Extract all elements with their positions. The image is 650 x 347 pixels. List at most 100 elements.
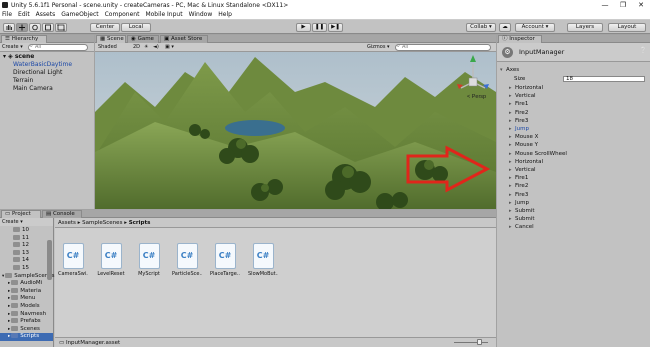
minimize-button[interactable]: — <box>596 0 614 10</box>
space-local-toggle[interactable]: Local <box>121 23 151 32</box>
axis-item[interactable]: ▸ Mouse Y <box>497 141 650 149</box>
tab-asset-store[interactable]: ▣ Asset Store <box>160 35 208 43</box>
hierarchy-item-light[interactable]: Directional Light <box>0 69 94 77</box>
size-field[interactable]: 18 <box>563 76 645 82</box>
axis-item[interactable]: ▸ Mouse ScrollWheel <box>497 150 650 158</box>
axis-item[interactable]: ▸ Mouse X <box>497 133 650 141</box>
tab-console[interactable]: ▤ Console <box>42 210 82 218</box>
breadcrumb-samplescenes[interactable]: SampleScenes <box>82 220 122 226</box>
lighting-toggle[interactable]: ☀ <box>144 44 148 51</box>
hierarchy-item-terrain[interactable]: Terrain <box>0 77 94 85</box>
scene-root-item[interactable]: ▾ ◈ scene <box>0 53 94 61</box>
menu-mobile-input[interactable]: Mobile Input <box>145 11 182 18</box>
tab-game[interactable]: ◉ Game <box>127 35 159 43</box>
project-tree-item[interactable]: ▾ SampleScenes <box>0 272 55 281</box>
hierarchy-search-input[interactable]: All <box>28 44 88 51</box>
project-tree-item[interactable]: ▸ Scripts <box>0 333 53 341</box>
play-button[interactable]: ▶ <box>296 23 311 32</box>
pivot-center-toggle[interactable]: Center <box>90 23 120 32</box>
slider-thumb[interactable] <box>477 339 482 345</box>
project-tree-item[interactable]: 10 <box>0 227 53 235</box>
project-tree-item[interactable]: ▸ Navmesh <box>0 310 53 319</box>
project-create-button[interactable]: Create ▾ <box>0 218 53 226</box>
account-dropdown[interactable]: Account ▾ <box>515 23 555 32</box>
cloud-button[interactable]: ☁ <box>499 23 511 32</box>
project-tree-item[interactable]: ▸ Models <box>0 303 53 311</box>
menu-window[interactable]: Window <box>189 11 213 18</box>
menu-file[interactable]: File <box>2 11 12 18</box>
maximize-button[interactable]: ❐ <box>614 0 632 10</box>
axis-item[interactable]: ▸ Fire3 <box>497 191 650 199</box>
tab-project[interactable]: ▭ Project <box>1 210 41 218</box>
shading-mode-dropdown[interactable]: Shaded <box>98 44 117 51</box>
axis-item[interactable]: ▸ Vertical <box>497 166 650 174</box>
menu-edit[interactable]: Edit <box>18 11 30 18</box>
rect-tool-button[interactable] <box>55 23 67 32</box>
effects-toggle[interactable]: ▣ ▾ <box>165 44 174 51</box>
inspector-header: ⚙ InputManager ❔ <box>497 43 650 62</box>
gizmos-dropdown[interactable]: Gizmos ▾ <box>367 44 390 51</box>
axis-item[interactable]: ▸ Fire3 <box>497 117 650 125</box>
scene-search-input[interactable]: All <box>395 44 491 51</box>
axis-item[interactable]: ▸ Vertical <box>497 92 650 100</box>
tab-hierarchy[interactable]: ☰ Hierarchy <box>1 35 47 43</box>
toggle-2d-button[interactable]: 2D <box>133 44 140 51</box>
asset-tile[interactable]: C# PlaceTarge... <box>210 243 240 277</box>
axis-item[interactable]: ▸ Horizontal <box>497 158 650 166</box>
axis-item[interactable]: ▸ Fire2 <box>497 182 650 190</box>
breadcrumb-assets[interactable]: Assets <box>58 220 76 226</box>
tree-scrollbar[interactable] <box>47 240 52 280</box>
project-tree-item[interactable]: 13 <box>0 249 53 258</box>
collab-button[interactable]: Collab ▾ <box>466 23 496 32</box>
project-tree-item[interactable]: ▸ Materia <box>0 287 53 296</box>
step-button[interactable]: ▶❚ <box>328 23 343 32</box>
project-tree-item[interactable]: ▸ Menu <box>0 295 53 303</box>
project-tree-item[interactable]: ▸ Prefabs <box>0 318 53 326</box>
axis-item[interactable]: ▸ Submit <box>497 215 650 223</box>
project-tree-item[interactable]: 12 <box>0 242 53 250</box>
help-icon[interactable]: ❔ <box>640 47 647 54</box>
axis-item[interactable]: ▸ Horizontal <box>497 84 650 92</box>
axis-item[interactable]: ▸ Cancel <box>497 223 650 231</box>
menu-help[interactable]: Help <box>218 11 232 18</box>
pause-button[interactable]: ❚❚ <box>312 23 327 32</box>
axis-item[interactable]: ▸ Fire2 <box>497 109 650 117</box>
audio-toggle[interactable]: ◄) <box>153 44 159 51</box>
rotate-tool-button[interactable] <box>29 23 41 32</box>
axis-item[interactable]: ▸ Jump <box>497 125 650 133</box>
menu-component[interactable]: Component <box>105 11 140 18</box>
scene-viewport[interactable]: < Persp <box>95 52 496 209</box>
axes-foldout[interactable]: ▾ Axes <box>497 66 650 74</box>
icon-size-slider[interactable] <box>454 339 488 345</box>
axis-item[interactable]: ▸ Submit <box>497 207 650 215</box>
close-button[interactable]: ✕ <box>632 0 650 10</box>
hierarchy-item-water[interactable]: WaterBasicDaytime <box>0 61 94 69</box>
tab-game-label: Game <box>137 36 154 42</box>
project-tree-item[interactable]: 14 <box>0 257 53 265</box>
axis-item[interactable]: ▸ Jump <box>497 199 650 207</box>
axis-item[interactable]: ▸ Fire1 <box>497 174 650 182</box>
tab-inspector[interactable]: ⓘ Inspector <box>498 35 542 43</box>
menu-gameobject[interactable]: GameObject <box>61 11 98 18</box>
asset-tile[interactable]: C# LevelReset <box>96 243 126 277</box>
project-tree-item[interactable]: ▸ AudioMi <box>0 280 53 288</box>
project-tree-item[interactable]: 15 <box>0 265 53 273</box>
asset-tile[interactable]: C# CameraSwi... <box>58 243 88 277</box>
layers-dropdown[interactable]: Layers <box>567 23 603 32</box>
asset-tile[interactable]: C# ParticleSce... <box>172 243 202 277</box>
layout-dropdown[interactable]: Layout <box>608 23 646 32</box>
move-tool-button[interactable] <box>16 23 28 32</box>
asset-tile[interactable]: C# MyScript <box>134 243 164 277</box>
hierarchy-create-button[interactable]: Create ▾ <box>2 44 23 51</box>
axis-item[interactable]: ▸ Fire1 <box>497 100 650 108</box>
scale-tool-button[interactable] <box>42 23 54 32</box>
project-tree-item[interactable]: 11 <box>0 234 53 243</box>
hand-tool-button[interactable] <box>3 23 15 32</box>
hierarchy-item-camera[interactable]: Main Camera <box>0 85 94 93</box>
tree-item-label: 12 <box>22 242 29 249</box>
asset-tile[interactable]: C# SlowMoBut... <box>248 243 278 277</box>
tab-scene[interactable]: ▦ Scene <box>96 35 126 43</box>
menu-assets[interactable]: Assets <box>36 11 56 18</box>
project-tree-item[interactable]: ▸ Scenes <box>0 325 53 334</box>
breadcrumb-scripts[interactable]: Scripts <box>129 220 151 226</box>
